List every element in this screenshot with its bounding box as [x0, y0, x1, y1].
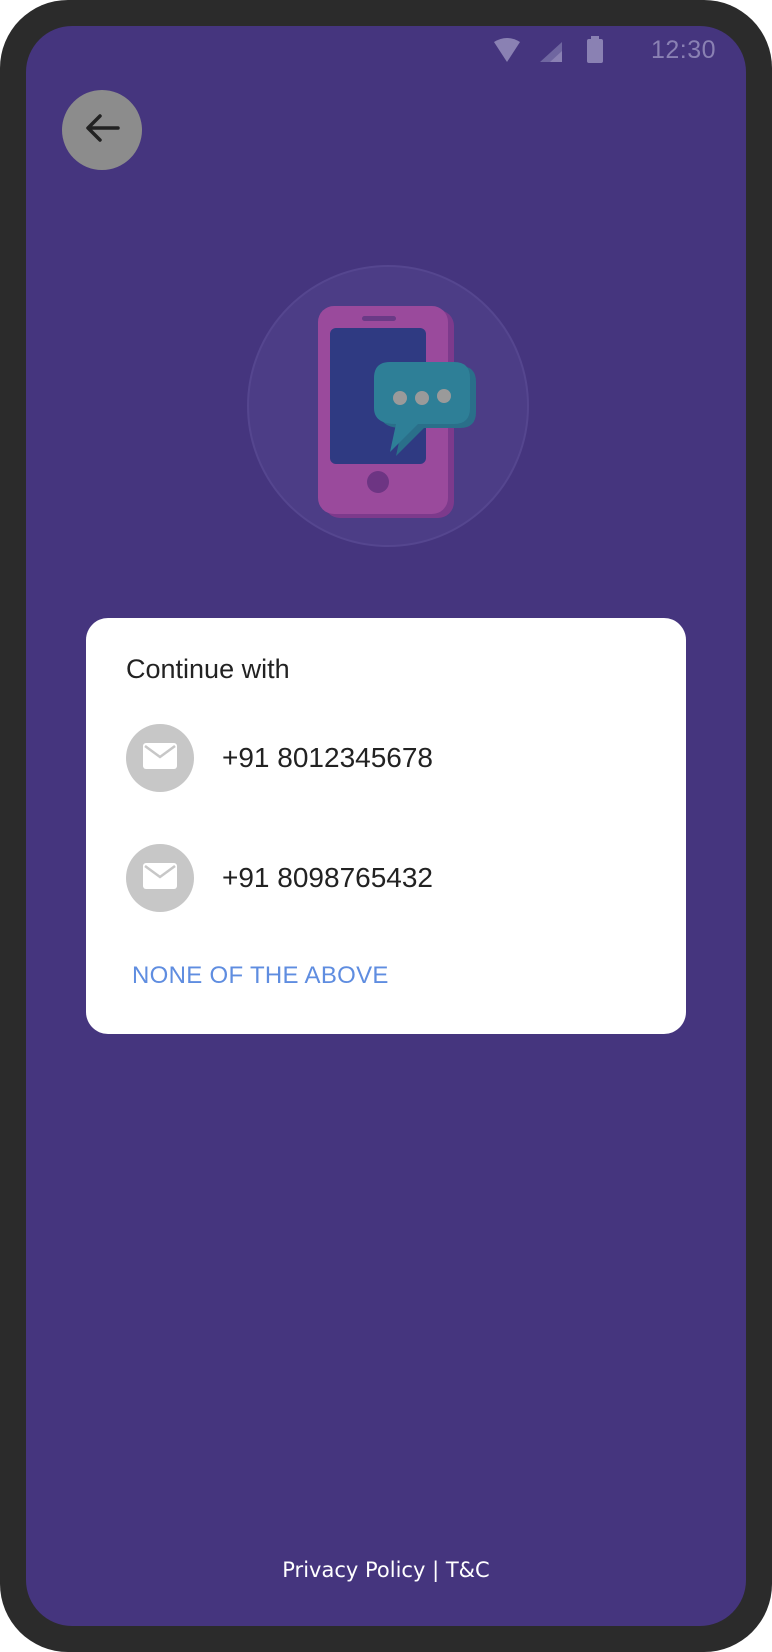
device-frame: 12:30 Continue with +91 8012345678 +91 8… [0, 0, 772, 1652]
phone-option-1[interactable]: +91 8012345678 [126, 724, 646, 794]
footer-separator: | [432, 1558, 440, 1582]
privacy-policy-link[interactable]: Privacy Policy [282, 1558, 425, 1582]
phone-option-2[interactable]: +91 8098765432 [126, 844, 646, 914]
option-avatar [126, 844, 194, 912]
mail-icon [143, 742, 177, 774]
back-button[interactable] [62, 90, 142, 170]
battery-icon [586, 36, 604, 69]
terms-link[interactable]: T&C [446, 1558, 490, 1582]
phone-option-label: +91 8012345678 [222, 742, 433, 773]
app-screen: 12:30 Continue with +91 8012345678 +91 8… [26, 26, 746, 1626]
none-of-the-above-button[interactable]: NONE OF THE ABOVE [132, 962, 389, 990]
wifi-icon [492, 38, 522, 69]
status-bar: 12:30 [486, 26, 746, 74]
arrow-left-icon [84, 113, 120, 148]
option-avatar [126, 724, 194, 792]
phone-chat-illustration [246, 264, 530, 548]
phone-option-label: +91 8098765432 [222, 862, 433, 893]
status-time: 12:30 [650, 36, 716, 64]
cellular-signal-icon [538, 40, 564, 69]
footer-links: Privacy Policy | T&C [26, 1558, 746, 1582]
dialog-title: Continue with [126, 654, 290, 684]
continue-with-dialog: Continue with +91 8012345678 +91 8098765… [86, 618, 686, 1034]
mail-icon [143, 862, 177, 894]
